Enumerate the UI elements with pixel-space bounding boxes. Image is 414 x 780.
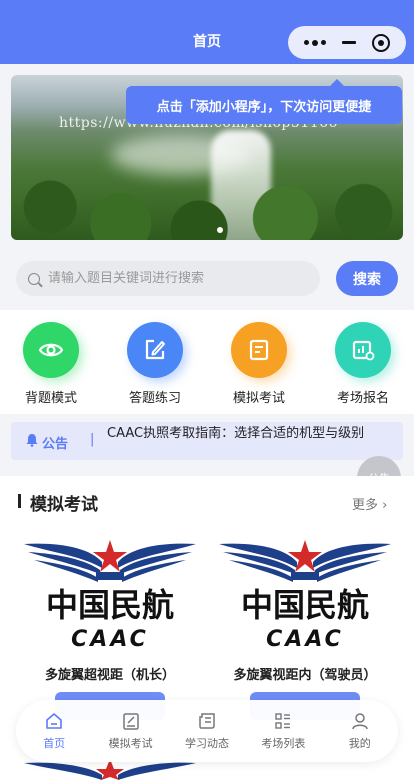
document-icon <box>231 322 287 378</box>
eye-icon <box>23 322 79 378</box>
tab-exam-sites[interactable]: 考场列表 <box>248 711 318 751</box>
action-exam-signup[interactable]: 考场报名 <box>318 322 408 406</box>
tab-home[interactable]: 首页 <box>19 711 89 751</box>
svg-text:中国民航: 中国民航 <box>241 586 369 624</box>
more-dots-icon[interactable] <box>304 39 326 46</box>
miniprogram-capsule <box>288 26 406 59</box>
action-label: 答题练习 <box>128 391 181 406</box>
search-bar[interactable] <box>16 261 320 296</box>
tab-study-news[interactable]: 学习动态 <box>172 711 242 751</box>
section-title: 模拟考试 <box>30 495 98 515</box>
more-link[interactable]: 更多 › <box>352 494 387 513</box>
search-icon <box>28 272 40 285</box>
carousel-indicator <box>217 227 223 233</box>
minimize-icon[interactable] <box>342 41 356 44</box>
action-label: 模拟考试 <box>232 391 285 406</box>
tab-profile[interactable]: 我的 <box>325 711 395 751</box>
user-icon <box>352 713 368 730</box>
card-title: 多旋翼视距内（驾驶员） <box>233 668 377 683</box>
action-label: 背题模式 <box>24 391 77 406</box>
search-button[interactable]: 搜索 <box>336 261 398 296</box>
notice-text: CAAC执照考取指南：选择合适的机型与级别 <box>107 426 365 441</box>
action-label: 考场报名 <box>336 391 389 406</box>
notice-separator: | <box>90 432 95 447</box>
action-mock-exam[interactable]: 模拟考试 <box>214 322 304 406</box>
search-input[interactable] <box>48 271 298 286</box>
tab-mock-exam[interactable]: 模拟考试 <box>96 711 166 751</box>
caac-logo: 中国民航 CAAC <box>20 536 200 652</box>
quick-actions: 背题模式 答题练习 模拟考试 考场报名 <box>0 310 414 414</box>
caac-emblem-icon: 中国民航 CAAC <box>24 540 196 652</box>
action-practice[interactable]: 答题练习 <box>110 322 200 406</box>
home-icon <box>46 713 62 729</box>
notice-bar[interactable]: 公告 | CAAC执照考取指南：选择合适的机型与级别 <box>11 422 403 460</box>
notice-tag: 公告 <box>42 437 69 452</box>
nav-header: 首页 <box>0 0 414 64</box>
action-memorize[interactable]: 背题模式 <box>6 322 96 406</box>
close-target-icon[interactable] <box>372 33 390 52</box>
exam-icon <box>122 713 139 730</box>
bell-icon <box>26 434 38 447</box>
caac-emblem-icon: 中国民航 CAAC <box>219 540 391 652</box>
edit-icon <box>127 322 183 378</box>
add-miniprogram-tip[interactable]: 点击「添加小程序」，下次访问更便捷 <box>126 79 402 124</box>
svg-text:中国民航: 中国民航 <box>46 586 174 624</box>
svg-text:CAAC: CAAC <box>266 627 344 652</box>
caac-logo: 中国民航 CAAC <box>215 536 395 652</box>
card-title: 多旋翼超视距（机长） <box>44 668 175 683</box>
list-icon <box>275 713 291 729</box>
svg-text:CAAC: CAAC <box>71 627 149 652</box>
bottom-tab-bar: 首页 模拟考试 学习动态 考场列表 我的 <box>16 700 398 762</box>
chevron-right-icon: › <box>382 498 388 513</box>
chart-icon <box>335 322 391 378</box>
news-icon <box>199 713 215 729</box>
